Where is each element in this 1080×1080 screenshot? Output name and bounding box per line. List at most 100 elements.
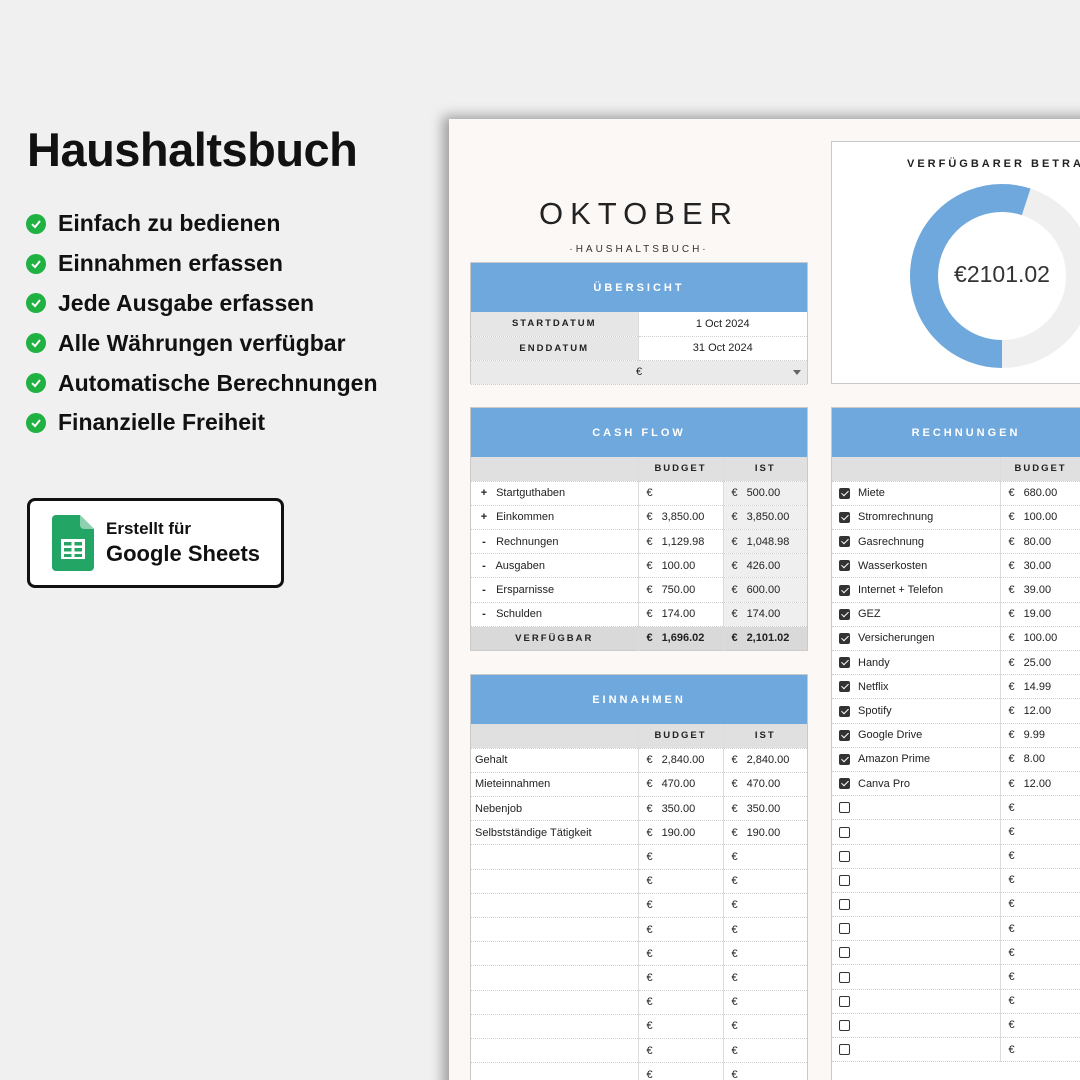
income-label-cell[interactable] [471,917,639,943]
bill-paid-checkbox[interactable] [839,1020,850,1031]
budget-cell[interactable]: € [1000,868,1080,893]
bill-paid-checkbox[interactable] [839,512,850,524]
income-label-cell[interactable] [471,844,639,870]
cashflow-label-cell[interactable]: + Einkommen [471,505,639,531]
budget-cell[interactable]: € 80.00 [1000,529,1080,555]
bill-label-cell[interactable] [832,989,1001,1014]
budget-cell[interactable]: € [1000,989,1080,1014]
income-label-cell[interactable] [471,869,639,894]
actual-cell[interactable]: € [723,1062,807,1080]
bill-label-cell[interactable]: Canva Pro [832,771,1001,797]
budget-cell[interactable]: € [1000,940,1080,966]
income-label-cell[interactable] [471,893,639,919]
currency-select[interactable]: € [471,360,807,385]
budget-cell[interactable]: € [638,990,724,1015]
income-label-cell[interactable]: Selbstständige Tätigkeit [471,820,639,846]
budget-cell[interactable]: € 39.00 [1000,577,1080,603]
bill-paid-checkbox[interactable] [839,1044,850,1056]
bill-paid-checkbox[interactable] [839,850,850,862]
bill-label-cell[interactable]: Gasrechnung [832,529,1001,555]
bill-label-cell[interactable]: Amazon Prime [832,747,1001,772]
income-label-cell[interactable] [471,990,639,1015]
bill-label-cell[interactable] [832,1013,1001,1039]
budget-cell[interactable]: € [1000,1013,1080,1039]
budget-cell[interactable]: € [638,893,724,919]
actual-cell[interactable]: € [723,893,807,919]
budget-cell[interactable]: € [638,1014,724,1039]
bill-label-cell[interactable]: Versicherungen [832,626,1001,652]
income-label-cell[interactable] [471,1014,639,1039]
income-label-cell[interactable] [471,941,639,967]
budget-cell[interactable]: € [1000,892,1080,918]
bill-paid-checkbox[interactable] [839,874,850,886]
income-label-cell[interactable] [471,1062,639,1080]
actual-cell[interactable]: € 2,840.00 [723,748,807,773]
actual-cell[interactable]: € [723,869,807,894]
bill-label-cell[interactable] [832,892,1001,918]
budget-cell[interactable]: € 100.00 [1000,505,1080,531]
budget-cell[interactable]: € 174.00 [638,602,724,627]
actual-cell[interactable]: € [723,941,807,967]
budget-cell[interactable]: € 190.00 [638,820,724,846]
budget-cell[interactable]: € [1000,819,1080,845]
budget-cell[interactable]: € [638,1062,724,1080]
actual-cell[interactable]: € [723,844,807,870]
bill-label-cell[interactable] [832,844,1001,869]
budget-cell[interactable]: € 100.00 [1000,626,1080,652]
budget-cell[interactable]: € [638,941,724,967]
bill-label-cell[interactable] [832,964,1001,990]
actual-cell[interactable]: € [723,990,807,1015]
bill-paid-checkbox[interactable] [839,560,850,572]
budget-cell[interactable]: € 350.00 [638,796,724,822]
budget-cell[interactable]: € [638,481,724,506]
bill-label-cell[interactable]: Internet + Telefon [832,577,1001,603]
bill-paid-checkbox[interactable] [839,536,850,548]
budget-cell[interactable]: € 8.00 [1000,747,1080,772]
budget-cell[interactable]: € 1,129.98 [638,529,724,555]
bill-paid-checkbox[interactable] [839,608,850,620]
budget-cell[interactable]: € [638,869,724,894]
bill-label-cell[interactable] [832,819,1001,845]
budget-cell[interactable]: € 12.00 [1000,771,1080,797]
bill-paid-checkbox[interactable] [839,778,850,790]
actual-cell[interactable]: € 470.00 [723,772,807,798]
bill-label-cell[interactable] [832,1037,1001,1063]
bill-label-cell[interactable] [832,795,1001,821]
budget-cell[interactable]: € 12.00 [1000,698,1080,724]
income-label-cell[interactable] [471,965,639,991]
cashflow-label-cell[interactable]: - Ersparnisse [471,577,639,603]
budget-cell[interactable]: € [1000,964,1080,990]
bill-paid-checkbox[interactable] [839,584,850,596]
bill-paid-checkbox[interactable] [839,657,850,669]
bill-paid-checkbox[interactable] [839,923,850,935]
budget-cell[interactable]: € [638,917,724,943]
bill-paid-checkbox[interactable] [839,899,850,911]
budget-cell[interactable]: € 9.99 [1000,723,1080,748]
actual-cell[interactable]: € 350.00 [723,796,807,822]
bill-label-cell[interactable]: Netflix [832,674,1001,700]
start-date-value[interactable]: 1 Oct 2024 [638,312,807,337]
budget-cell[interactable]: € 19.00 [1000,602,1080,627]
bill-label-cell[interactable]: Google Drive [832,723,1001,748]
bill-label-cell[interactable]: Handy [832,650,1001,676]
budget-cell[interactable]: € [1000,795,1080,821]
budget-cell[interactable]: € [638,844,724,870]
bill-label-cell[interactable]: Miete [832,481,1001,506]
cashflow-label-cell[interactable]: - Schulden [471,602,639,627]
bill-paid-checkbox[interactable] [839,995,850,1007]
cashflow-label-cell[interactable]: + Startguthaben [471,481,639,506]
budget-cell[interactable]: € 14.99 [1000,674,1080,700]
bill-paid-checkbox[interactable] [839,681,850,693]
bill-paid-checkbox[interactable] [839,753,850,765]
income-label-cell[interactable]: Gehalt [471,748,639,773]
actual-cell[interactable]: € [723,1014,807,1039]
budget-cell[interactable]: € 2,840.00 [638,748,724,773]
actual-cell[interactable]: € 190.00 [723,820,807,846]
budget-cell[interactable]: € 470.00 [638,772,724,798]
cashflow-label-cell[interactable]: - Rechnungen [471,529,639,555]
bill-label-cell[interactable]: Wasserkosten [832,553,1001,579]
budget-cell[interactable]: € 100.00 [638,553,724,579]
bill-label-cell[interactable] [832,940,1001,966]
budget-cell[interactable]: € 750.00 [638,577,724,603]
budget-cell[interactable]: € 680.00 [1000,481,1080,506]
